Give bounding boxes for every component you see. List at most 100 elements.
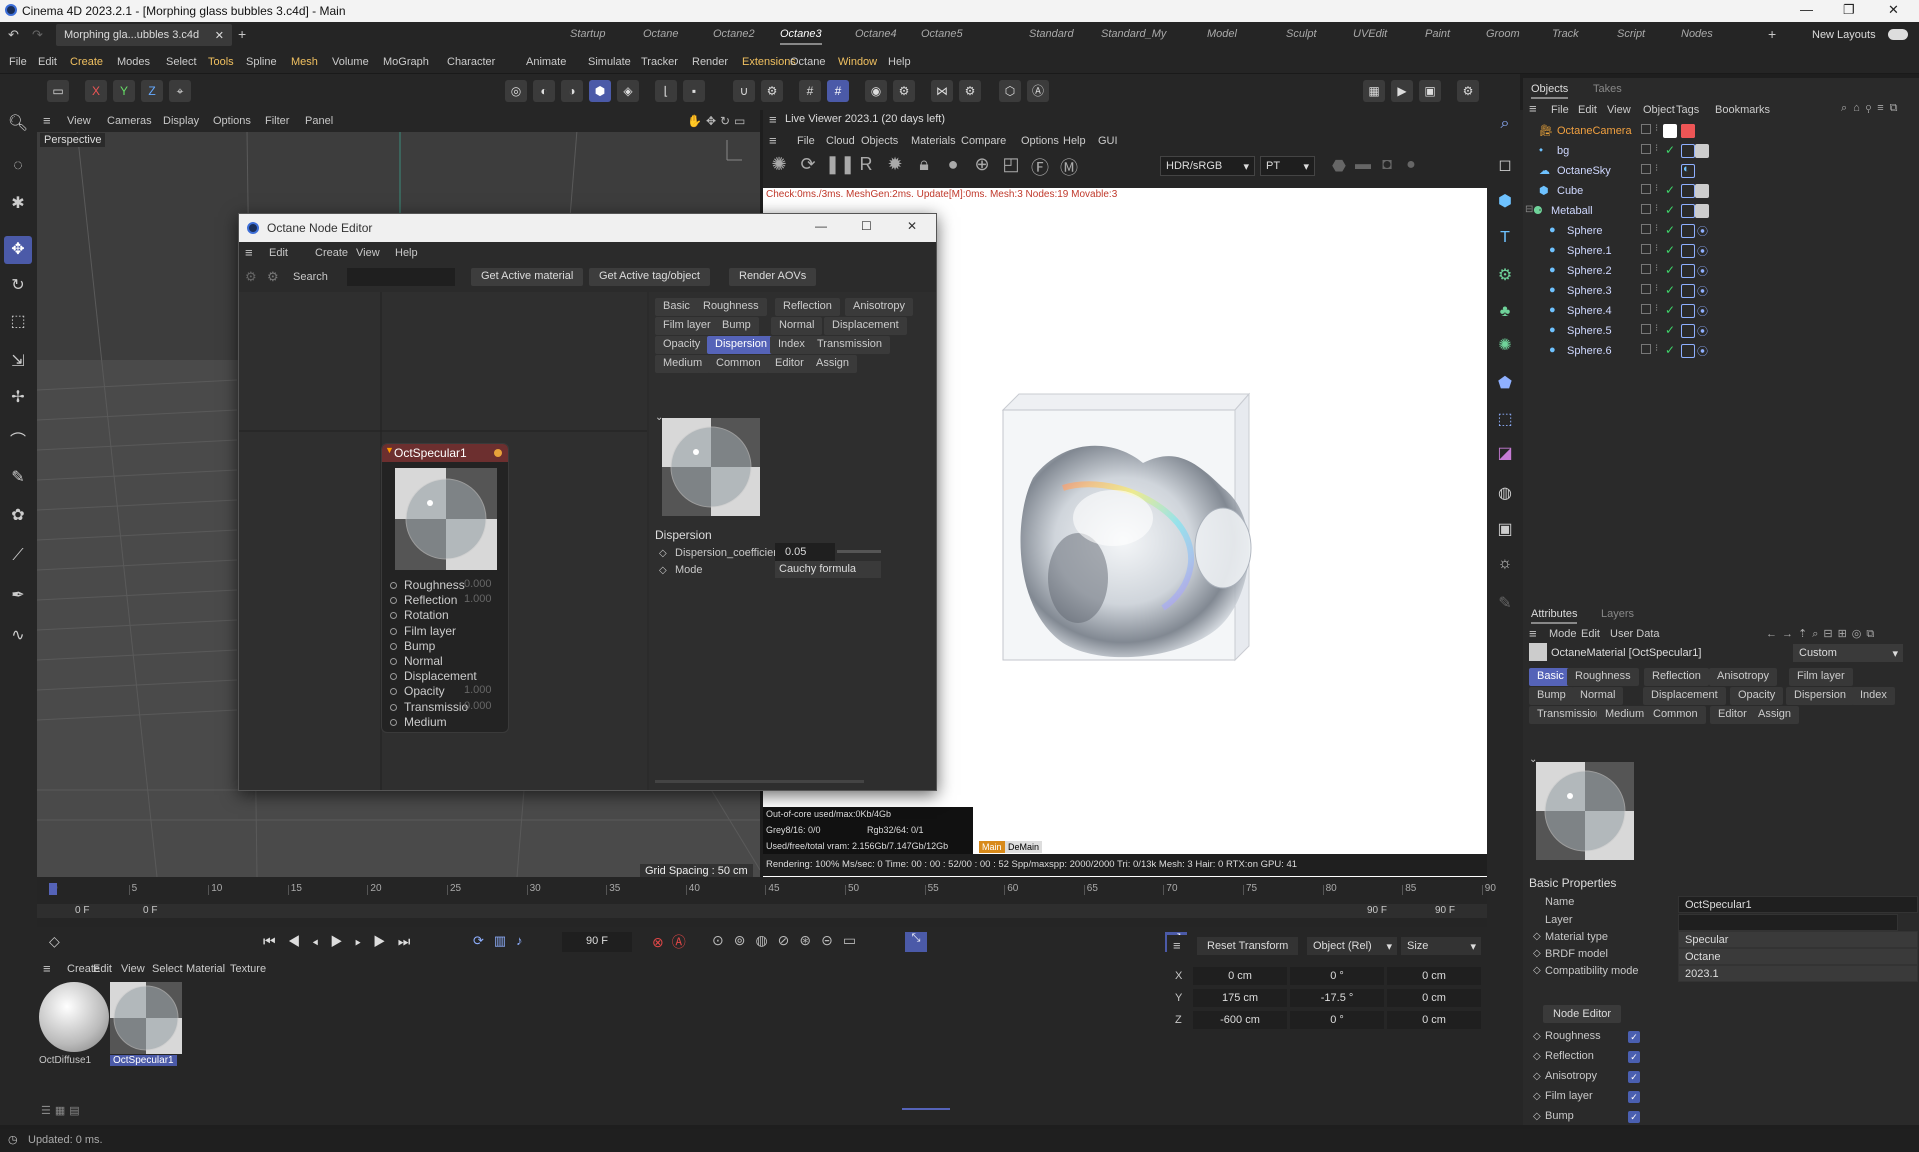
gear-icon[interactable]: ⚙ <box>245 269 257 285</box>
refresh-icon[interactable]: ⟳ <box>796 154 820 178</box>
object-name[interactable]: Metaball <box>1551 205 1593 217</box>
tag-icon[interactable] <box>1681 224 1695 238</box>
port-pin-icon[interactable] <box>390 703 397 711</box>
object-name[interactable]: Sphere.3 <box>1567 285 1612 297</box>
mesh-mode-icon[interactable]: ◐ <box>533 80 555 102</box>
attributes-menu-mode[interactable]: Mode <box>1549 628 1577 640</box>
attr-tab-editor[interactable]: Editor <box>1710 706 1755 724</box>
object-name[interactable]: Sphere.2 <box>1567 265 1612 277</box>
view-mode-icons[interactable]: ☰▦▤ <box>41 1104 84 1117</box>
visibility-toggle[interactable] <box>1641 284 1651 294</box>
port-pin-icon[interactable] <box>390 673 397 681</box>
menu-mesh[interactable]: Mesh <box>291 56 318 68</box>
object-name[interactable]: Cube <box>1557 185 1583 197</box>
node-editor-menu-help[interactable]: Help <box>395 247 418 259</box>
settings-icon[interactable]: ✺ <box>767 154 791 178</box>
layer-field[interactable] <box>1678 914 1898 931</box>
attr-tab-assign[interactable]: Assign <box>1750 706 1800 724</box>
object-row[interactable]: ● Sphere.4 ⁝ ✓ ⦿ <box>1523 302 1919 322</box>
keyframe-icon[interactable]: ◇ <box>1533 948 1541 959</box>
deformer-icon[interactable]: ⬟ <box>1491 370 1519 398</box>
attr-tab-displacement[interactable]: Displacement <box>1643 687 1726 705</box>
tab-layout-octane4[interactable]: Octane4 <box>855 28 897 40</box>
object-row[interactable]: ● Sphere.5 ⁝ ✓ ⦿ <box>1523 322 1919 342</box>
cube-icon[interactable]: ⬢ <box>1491 188 1519 216</box>
camera-icon[interactable]: ▣ <box>1491 516 1519 544</box>
visibility-toggle[interactable] <box>1641 124 1651 134</box>
keyframe-icon[interactable]: ◇ <box>659 548 667 559</box>
tab-layout-uvedit[interactable]: UVEdit <box>1353 28 1387 40</box>
objects-menu-edit[interactable]: Edit <box>1578 104 1597 116</box>
search-input[interactable] <box>347 268 455 286</box>
keyframe-icon[interactable]: ◇ <box>1533 1051 1541 1062</box>
size-mode-select[interactable]: Size ▾ <box>1401 937 1481 955</box>
mode-select[interactable]: Cauchy formula <box>775 561 881 578</box>
object-tag-icon[interactable]: ⦿ <box>1697 343 1708 359</box>
tag-icon[interactable] <box>1681 244 1695 258</box>
menu-edit[interactable]: Edit <box>38 56 57 68</box>
mograph-icon[interactable]: ⚙ <box>1491 262 1519 290</box>
object-name[interactable]: Sphere.5 <box>1567 325 1612 337</box>
tab-layout-standard_my[interactable]: Standard_My <box>1101 28 1166 40</box>
octane-aov-icon[interactable]: Ⓐ <box>1027 80 1049 102</box>
hamburger-icon[interactable]: ≡ <box>43 113 51 128</box>
objects-menu-file[interactable]: File <box>1551 104 1569 116</box>
object-row[interactable]: ● Sphere.6 ⁝ ✓ ⦿ <box>1523 342 1919 362</box>
tab-layout-model[interactable]: Model <box>1207 28 1237 40</box>
range-bar[interactable] <box>37 904 1487 918</box>
effector-icon[interactable]: ✺ <box>1491 332 1519 360</box>
attributes-menu-user-data[interactable]: User Data <box>1610 628 1660 640</box>
layer-dots-icon[interactable]: ⁝ <box>1655 183 1658 194</box>
tab-opacity[interactable]: Opacity <box>655 336 709 354</box>
object-tag-icon[interactable]: ⦿ <box>1697 303 1708 319</box>
attr-tab-basic[interactable]: Basic <box>1529 668 1572 686</box>
tag-icon[interactable] <box>1681 184 1695 198</box>
material-name[interactable]: OctDiffuse1 <box>39 1055 91 1066</box>
grid-snap-icon[interactable]: # <box>799 80 821 102</box>
key-controls[interactable]: ⊙⊚◍⊘⊛⊝▭ <box>712 932 866 949</box>
select-tool-icon[interactable]: ✱ <box>4 190 32 218</box>
environment-icon[interactable]: ◍ <box>1491 480 1519 508</box>
menu-animate[interactable]: Animate <box>526 56 566 68</box>
hamburger-icon[interactable]: ≡ <box>769 112 777 127</box>
object-name[interactable]: Sphere.1 <box>1567 245 1612 257</box>
object-row[interactable]: ● Sphere ⁝ ✓ ⦿ <box>1523 222 1919 242</box>
objects-toolbar-icons[interactable]: ⌕⌂⚲≡⧉ <box>1841 102 1904 115</box>
range-start[interactable]: 0 F <box>75 905 89 916</box>
axis-z-button[interactable]: Z <box>141 80 163 102</box>
lv-menu-cloud[interactable]: Cloud <box>826 135 855 147</box>
range-end[interactable]: 90 F <box>1367 905 1387 916</box>
tab-layout-nodes[interactable]: Nodes <box>1681 28 1713 40</box>
tab-anisotropy[interactable]: Anisotropy <box>845 298 913 316</box>
visibility-toggle[interactable] <box>1641 264 1651 274</box>
layer-dots-icon[interactable]: ⁝ <box>1655 223 1658 234</box>
octspecular-node[interactable]: ▼ OctSpecular1 Roughness 0.000 Reflection 1… <box>381 443 509 733</box>
port-pin-icon[interactable] <box>390 658 397 665</box>
brdf-select[interactable]: Octane <box>1678 948 1918 965</box>
pause-icon[interactable]: ❚❚ <box>825 154 855 178</box>
menu-spline[interactable]: Spline <box>246 56 277 68</box>
coord-size-field[interactable]: 0 cm <box>1387 989 1481 1007</box>
node-graph-canvas[interactable]: ▼ OctSpecular1 Roughness 0.000 Reflection 1… <box>239 292 647 790</box>
layer-dots-icon[interactable]: ⁝ <box>1655 163 1658 174</box>
lock-icon[interactable]: 🔒︎ <box>912 154 936 178</box>
hamburger-icon[interactable]: ≡ <box>43 961 51 976</box>
tab-layout-standard[interactable]: Standard <box>1029 28 1074 40</box>
scale-tool-icon[interactable]: ⬚ <box>4 308 32 336</box>
add-tab-icon[interactable]: + <box>238 26 246 42</box>
menu-character[interactable]: Character <box>447 56 495 68</box>
object-name[interactable]: Sphere <box>1567 225 1602 237</box>
sky-tag-icon[interactable]: ◐ <box>1683 163 1690 175</box>
sphere-icon[interactable]: ● <box>941 154 965 178</box>
menu-window[interactable]: Window <box>838 56 877 68</box>
add-icon[interactable]: ⊕ <box>970 154 994 178</box>
attr-tab-roughness[interactable]: Roughness <box>1567 668 1639 686</box>
close-icon[interactable]: ✕ <box>1888 2 1899 18</box>
viewport-menu-cameras[interactable]: Cameras <box>107 115 152 127</box>
object-row[interactable]: 🎥︎ OctaneCamera ⁝ <box>1523 122 1919 142</box>
port-pin-icon[interactable] <box>390 612 397 620</box>
tab-layout-octane[interactable]: Octane <box>643 28 678 40</box>
region-icon[interactable]: ◰ <box>999 154 1023 178</box>
object-tag-icon[interactable]: ⦿ <box>1697 263 1708 279</box>
shape-icon[interactable]: ⬣ <box>1329 156 1349 176</box>
